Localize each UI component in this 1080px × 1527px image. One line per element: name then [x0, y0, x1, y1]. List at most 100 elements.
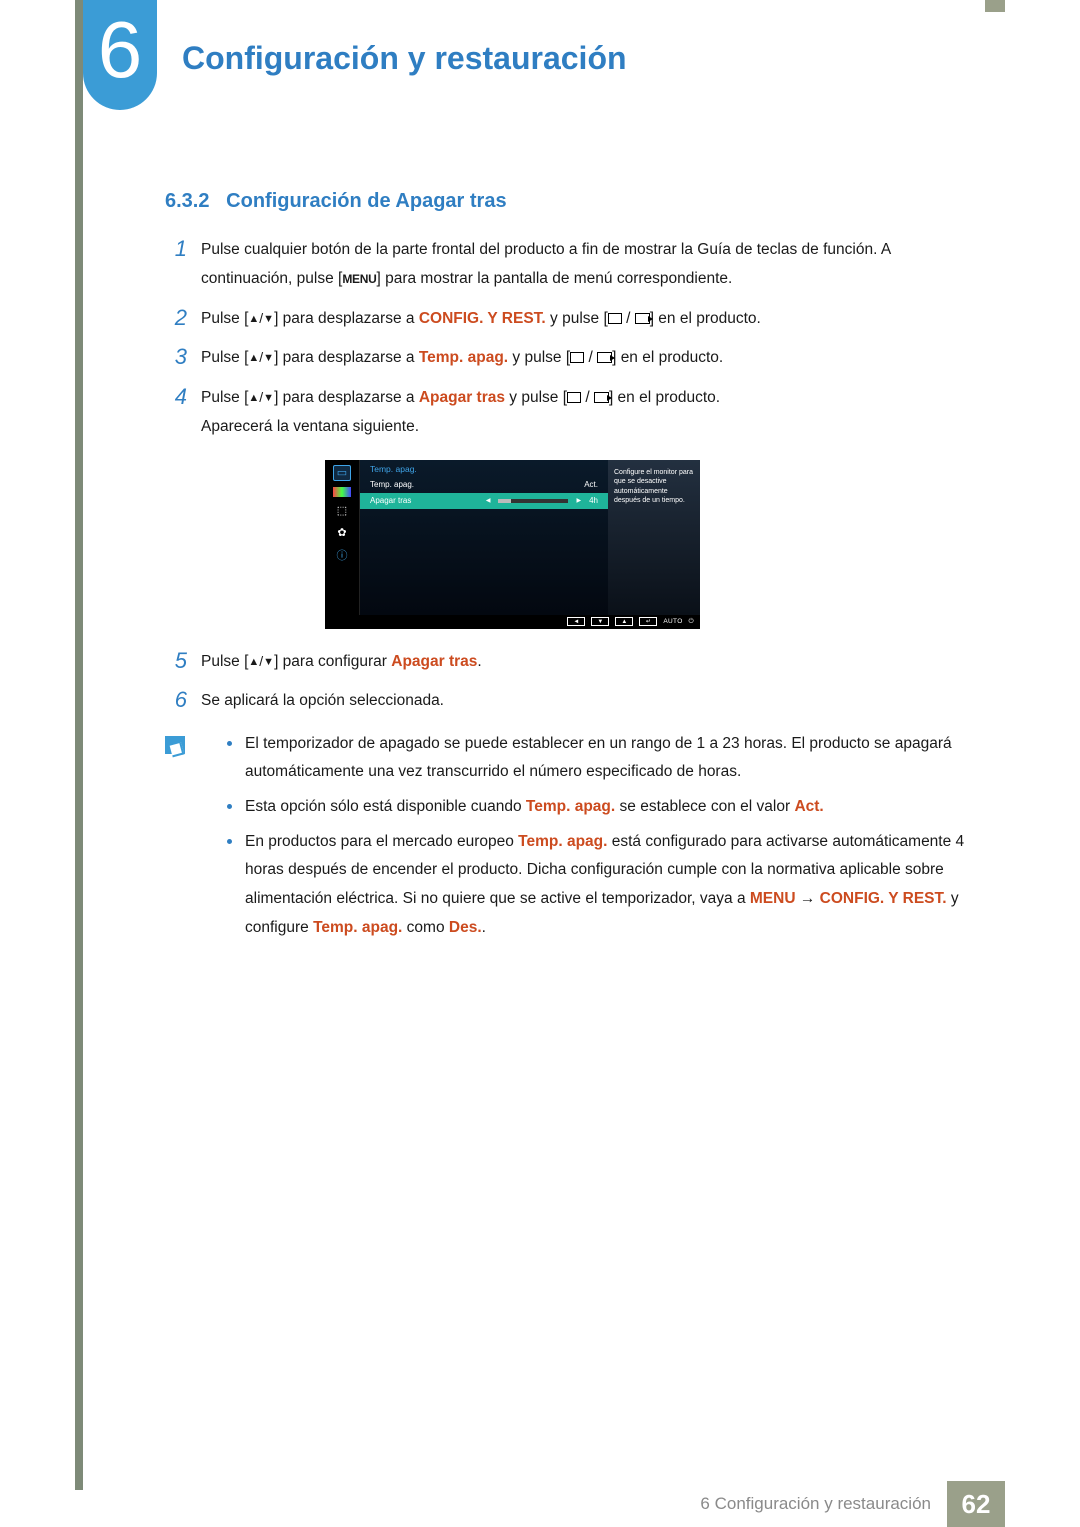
step-number: 6 [165, 686, 187, 715]
decorative-spacer [1005, 1481, 1080, 1527]
step-1: 1 Pulse cualquier botón de la parte fron… [165, 235, 985, 294]
source-icon [608, 313, 622, 324]
highlight: Temp. apag. [419, 349, 508, 366]
up-down-icon: ▲/▼ [248, 653, 274, 669]
step-number: 2 [165, 304, 187, 333]
step-body: Pulse cualquier botón de la parte fronta… [201, 235, 985, 294]
step-body: Pulse [▲/▼] para desplazarse a CONFIG. Y… [201, 304, 985, 333]
highlight: MENU [750, 890, 796, 907]
step-body: Pulse [▲/▼] para desplazarse a Temp. apa… [201, 343, 985, 372]
note-item: El temporizador de apagado se puede esta… [227, 730, 985, 787]
text: ] para desplazarse a [274, 389, 419, 406]
text: . [482, 919, 486, 936]
note-item: Esta opción sólo está disponible cuando … [227, 793, 985, 822]
highlight: Des. [449, 919, 482, 936]
enter-icon [594, 392, 609, 403]
text: Esta opción sólo está disponible cuando [245, 798, 526, 815]
arrow-icon: → [796, 890, 820, 907]
step-2: 2 Pulse [▲/▼] para desplazarse a CONFIG.… [165, 304, 985, 333]
text: . [477, 653, 481, 670]
section-heading: 6.3.2 Configuración de Apagar tras [165, 190, 985, 213]
text: ] en el producto. [612, 349, 723, 366]
chapter-title: Configuración y restauración [182, 40, 627, 77]
source-icon [570, 352, 584, 363]
text: y pulse [ [508, 349, 570, 366]
osd-up-icon: ▲ [615, 617, 633, 626]
step-body: Pulse [▲/▼] para configurar Apagar tras. [201, 647, 985, 676]
footer-page-number: 62 [947, 1481, 1005, 1527]
text: como [402, 919, 449, 936]
text: ] para configurar [274, 653, 391, 670]
enter-icon [597, 352, 612, 363]
osd-info-icon: ⓘ [333, 547, 351, 563]
text: En productos para el mercado europeo [245, 833, 518, 850]
osd-row-label: Apagar tras [370, 496, 411, 505]
highlight: Apagar tras [419, 389, 505, 406]
note-box: El temporizador de apagado se puede esta… [165, 730, 985, 949]
osd-row-apagar-tras: Apagar tras ◀ ▶ 4h [360, 493, 608, 509]
chapter-number-badge: 6 [83, 0, 157, 110]
step-4: 4 Pulse [▲/▼] para desplazarse a Apagar … [165, 383, 985, 442]
osd-auto-label: AUTO [663, 617, 682, 626]
osd-footer-buttons: ◄ ▼ ▲ ↵ AUTO ⏻ [325, 615, 700, 629]
step-number: 5 [165, 647, 187, 676]
page-content: 6.3.2 Configuración de Apagar tras 1 Pul… [165, 190, 985, 948]
osd-setup-icon: ✿ [333, 525, 351, 541]
highlight: Temp. apag. [518, 833, 607, 850]
osd-down-icon: ▼ [591, 617, 609, 626]
menu-key-icon: MENU [342, 272, 376, 286]
text: Pulse [ [201, 653, 248, 670]
highlight: CONFIG. Y REST. [820, 890, 947, 907]
source-icon [567, 392, 581, 403]
osd-enter-icon: ↵ [639, 617, 657, 626]
text: ] para desplazarse a [274, 349, 419, 366]
osd-screenshot: ▭ ⬚ ✿ ⓘ Temp. apag. Temp. apag. Act. Apa… [325, 460, 700, 629]
highlight: Apagar tras [391, 653, 477, 670]
osd-main-panel: Temp. apag. Temp. apag. Act. Apagar tras… [359, 460, 608, 615]
osd-left-icon: ◄ [567, 617, 585, 626]
step-body: Se aplicará la opción seleccionada. [201, 686, 985, 715]
note-icon [165, 736, 185, 754]
text: Aparecerá la ventana siguiente. [201, 412, 985, 441]
osd-row-label: Temp. apag. [370, 480, 414, 489]
step-number: 1 [165, 235, 187, 294]
text: ] en el producto. [609, 389, 720, 406]
step-5: 5 Pulse [▲/▼] para configurar Apagar tra… [165, 647, 985, 676]
step-3: 3 Pulse [▲/▼] para desplazarse a Temp. a… [165, 343, 985, 372]
section-number: 6.3.2 [165, 190, 209, 212]
footer-chapter-label: 6 Configuración y restauración [684, 1481, 947, 1527]
note-item: En productos para el mercado europeo Tem… [227, 828, 985, 943]
page-footer: 6 Configuración y restauración 62 [0, 1481, 1080, 1527]
decorative-left-bar [75, 0, 83, 1490]
osd-help-text: Configure el monitor para que se desacti… [608, 460, 700, 615]
section-title: Configuración de Apagar tras [226, 190, 506, 212]
step-number: 3 [165, 343, 187, 372]
highlight: CONFIG. Y REST. [419, 310, 546, 327]
osd-row-value: Act. [584, 480, 598, 489]
step-6: 6 Se aplicará la opción seleccionada. [165, 686, 985, 715]
osd-power-icon: ⏻ [689, 617, 694, 626]
osd-size-icon: ⬚ [333, 503, 351, 519]
osd-icon-column: ▭ ⬚ ✿ ⓘ [325, 460, 359, 615]
osd-row-value: 4h [589, 496, 598, 505]
osd-slider [498, 499, 568, 503]
text: ] para desplazarse a [274, 310, 419, 327]
up-down-icon: ▲/▼ [248, 310, 274, 326]
step-body: Pulse [▲/▼] para desplazarse a Apagar tr… [201, 383, 985, 442]
highlight: Act. [794, 798, 823, 815]
text: Pulse [ [201, 389, 248, 406]
text: y pulse [ [505, 389, 567, 406]
osd-color-icon [333, 487, 351, 497]
up-down-icon: ▲/▼ [248, 389, 274, 405]
osd-panel-title: Temp. apag. [360, 460, 608, 477]
text: se establece con el valor [615, 798, 794, 815]
step-number: 4 [165, 383, 187, 442]
highlight: Temp. apag. [526, 798, 615, 815]
text: Pulse [ [201, 349, 248, 366]
osd-row-temp-apag: Temp. apag. Act. [360, 477, 608, 493]
text: y pulse [ [546, 310, 608, 327]
enter-icon [635, 313, 650, 324]
osd-picture-icon: ▭ [333, 465, 351, 481]
text: Pulse [ [201, 310, 248, 327]
up-down-icon: ▲/▼ [248, 349, 274, 365]
